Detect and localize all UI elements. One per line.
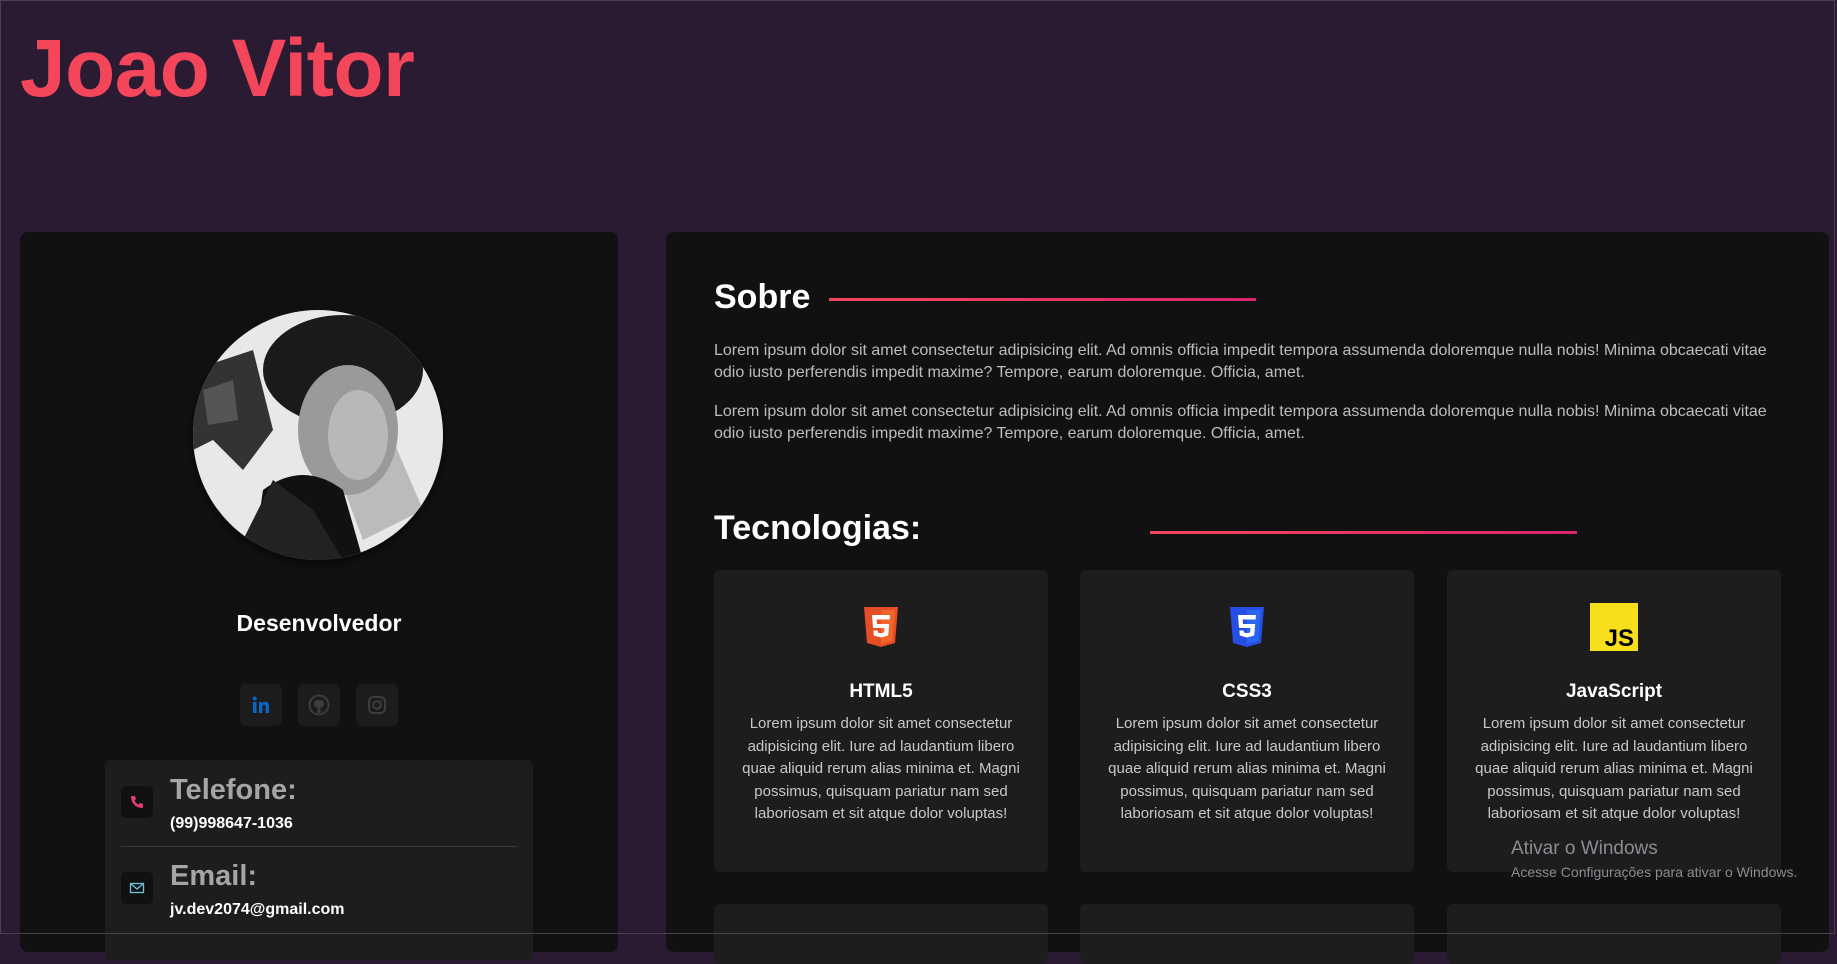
svg-text:JS: JS [1605,625,1634,651]
about-paragraph-1: Lorem ipsum dolor sit amet consectetur a… [714,342,1767,381]
about-title: Sobre [714,278,811,316]
tech-desc: Lorem ipsum dolor sit amet consectetur a… [1475,715,1753,822]
windows-activation-watermark: Ativar o Windows Acesse Configurações pa… [1511,838,1797,880]
contact-box: Telefone: (99)998647-1036 Email: jv.dev2… [105,760,533,960]
site-title: Joao Vitor [20,23,415,114]
profile-card: Desenvolvedor Telefone: (99)998647-1036 … [20,232,618,960]
contact-phone-label: Telefone: [170,774,297,806]
tech-desc: Lorem ipsum dolor sit amet consectetur a… [742,715,1020,822]
github-icon [308,694,330,716]
instagram-icon [368,696,386,714]
watermark-subtitle: Acesse Configurações para ativar o Windo… [1511,864,1798,880]
social-links [20,684,618,726]
tech-card-javascript: JS JavaScript Lorem ipsum dolor sit amet… [1447,570,1781,872]
tech-name: CSS3 [1222,681,1272,702]
css3-icon [1230,607,1264,647]
tech-name: HTML5 [849,681,913,702]
linkedin-button[interactable] [240,684,282,726]
phone-icon [121,786,153,818]
tech-card-html5: HTML5 Lorem ipsum dolor sit amet consect… [714,570,1048,872]
contact-email-label: Email: [170,860,258,892]
tech-card-row2-3 [1447,904,1781,964]
tech-title-line [1150,531,1577,534]
about-title-line [829,298,1256,301]
html5-icon [864,607,898,647]
tech-card-row2-2 [1080,904,1414,964]
javascript-icon: JS [1590,603,1638,651]
avatar [193,310,443,560]
role-title: Desenvolvedor [236,610,402,636]
tech-name: JavaScript [1565,681,1663,702]
github-button[interactable] [298,684,340,726]
instagram-button[interactable] [356,684,398,726]
watermark-title: Ativar o Windows [1511,838,1658,859]
contact-phone-value: (99)998647-1036 [170,815,293,832]
tech-card-row2-1 [714,904,1048,964]
linkedin-icon [252,696,269,713]
contact-email-value[interactable]: jv.dev2074@gmail.com [170,901,345,919]
about-paragraph-2: Lorem ipsum dolor sit amet consectetur a… [714,403,1767,442]
tech-title: Tecnologias: [714,509,922,547]
tech-desc: Lorem ipsum dolor sit amet consectetur a… [1108,715,1386,822]
tech-card-css3: CSS3 Lorem ipsum dolor sit amet consecte… [1080,570,1414,872]
mail-icon [121,872,153,904]
contact-divider [121,846,517,847]
